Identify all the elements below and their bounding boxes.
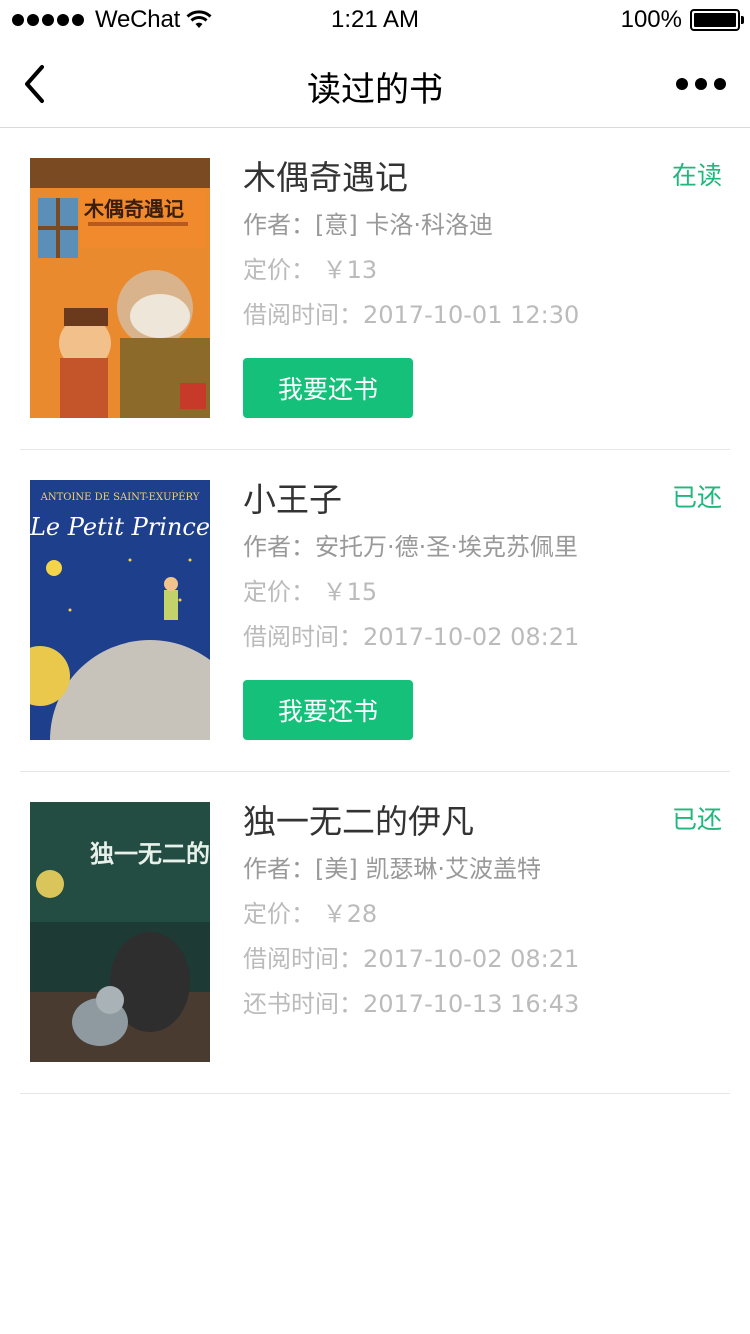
book-author: 作者：[美] 凯瑟琳·艾波盖特 [243, 855, 541, 883]
book-info: 小王子 作者：安托万·德·圣·埃克苏佩里 定价： ￥15 借阅时间：2017-1… [243, 480, 730, 652]
book-author: 作者：[意] 卡洛·科洛迪 [243, 211, 493, 239]
more-dot-icon [714, 78, 726, 90]
battery-percent: 100% [620, 6, 682, 33]
battery-icon [690, 9, 744, 31]
svg-text:ANTOINE DE SAINT-EXUPÉRY: ANTOINE DE SAINT-EXUPÉRY [40, 491, 200, 503]
book-price: 定价： ￥13 [243, 256, 378, 284]
book-item[interactable]: 木偶奇遇记 木偶奇遇记 作者：[意] 卡洛·科洛迪 定价： ￥13 借阅时间：2… [20, 128, 730, 450]
book-cover-pinocchio[interactable]: 木偶奇遇记 [30, 158, 210, 418]
svg-text:独一无二的伊凡: 独一无二的伊凡 [90, 839, 210, 868]
borrow-time: 借阅时间：2017-10-02 08:21 [243, 945, 580, 973]
book-title: 小王子 [243, 480, 342, 519]
book-item[interactable]: 独一无二的伊凡 独一无二的伊凡 作者：[美] 凯瑟琳·艾波盖特 定价： ￥28 … [20, 772, 730, 1094]
more-dot-icon [695, 78, 707, 90]
book-info: 木偶奇遇记 作者：[意] 卡洛·科洛迪 定价： ￥13 借阅时间：2017-10… [243, 158, 730, 330]
book-list: 木偶奇遇记 木偶奇遇记 作者：[意] 卡洛·科洛迪 定价： ￥13 借阅时间：2… [20, 128, 730, 1094]
page-title: 读过的书 [307, 70, 443, 110]
status-right: 100% [620, 6, 744, 34]
status-bar: WeChat 1:21 AM 100% [0, 0, 750, 40]
borrow-time: 借阅时间：2017-10-02 08:21 [243, 623, 580, 651]
more-button[interactable] [676, 70, 726, 98]
book-price: 定价： ￥28 [243, 900, 378, 928]
borrow-time: 借阅时间：2017-10-01 12:30 [243, 301, 580, 329]
status-badge: 在读 [671, 161, 722, 190]
return-book-button[interactable]: 我要还书 [243, 358, 413, 418]
book-cover-little-prince[interactable]: ANTOINE DE SAINT-EXUPÉRY Le Petit Prince [30, 480, 210, 740]
status-badge: 已还 [671, 483, 722, 512]
book-title: 木偶奇遇记 [243, 158, 408, 197]
book-cover-ivan[interactable]: 独一无二的伊凡 [30, 802, 210, 1062]
book-author: 作者：安托万·德·圣·埃克苏佩里 [243, 533, 578, 561]
more-dot-icon [676, 78, 688, 90]
return-time: 还书时间：2017-10-13 16:43 [243, 990, 580, 1018]
nav-bar: 读过的书 [0, 40, 750, 128]
status-badge: 已还 [671, 805, 722, 834]
book-info: 独一无二的伊凡 作者：[美] 凯瑟琳·艾波盖特 定价： ￥28 借阅时间：201… [243, 802, 730, 1019]
return-book-button[interactable]: 我要还书 [243, 680, 413, 740]
book-item[interactable]: ANTOINE DE SAINT-EXUPÉRY Le Petit Prince… [20, 450, 730, 772]
book-title: 独一无二的伊凡 [243, 802, 474, 841]
book-price: 定价： ￥15 [243, 578, 378, 606]
svg-text:木偶奇遇记: 木偶奇遇记 [83, 197, 184, 221]
svg-text:Le Petit Prince: Le Petit Prince [30, 513, 210, 541]
